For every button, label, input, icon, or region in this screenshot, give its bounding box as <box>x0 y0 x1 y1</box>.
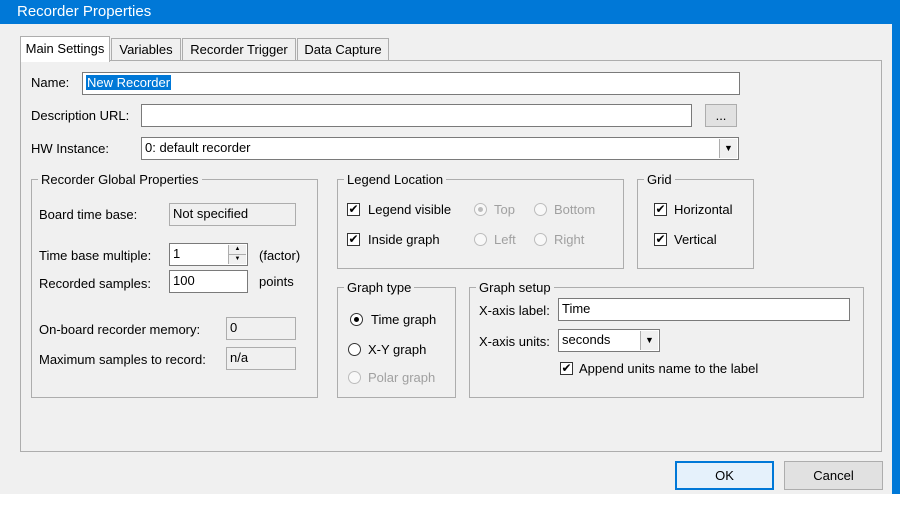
legend-top-radio[interactable] <box>474 203 487 216</box>
legend-bottom-label: Bottom <box>554 202 596 217</box>
chevron-down-icon[interactable]: ▼ <box>640 331 658 350</box>
recorded-samples-unit: points <box>259 274 294 289</box>
x-axis-units-select[interactable]: seconds ▼ <box>558 329 660 352</box>
grid-vertical-checkbox[interactable]: ✔ <box>654 233 667 246</box>
board-time-base-value: Not specified <box>169 203 296 226</box>
grid-legend: Grid <box>647 172 672 187</box>
spin-buttons[interactable]: ▲ ▼ <box>228 245 246 264</box>
legend-location-legend: Legend Location <box>347 172 444 187</box>
background-window-strip <box>0 494 900 509</box>
onboard-memory-value: 0 <box>226 317 296 340</box>
legend-right-radio[interactable] <box>534 233 547 246</box>
time-base-multiple-label: Time base multiple: <box>39 248 152 263</box>
legend-left-radio[interactable] <box>474 233 487 246</box>
inside-graph-checkbox[interactable]: ✔ <box>347 233 360 246</box>
legend-visible-label: Legend visible <box>368 202 452 217</box>
grid-horizontal-checkbox[interactable]: ✔ <box>654 203 667 216</box>
hw-instance-value: 0: default recorder <box>145 140 251 155</box>
max-samples-label: Maximum samples to record: <box>39 352 206 367</box>
tab-main-settings[interactable]: Main Settings <box>20 36 110 62</box>
x-axis-label-input[interactable]: Time <box>558 298 850 321</box>
polar-graph-label: Polar graph <box>368 370 436 385</box>
max-samples-value: n/a <box>226 347 296 370</box>
time-graph-radio[interactable] <box>350 313 363 326</box>
inside-graph-label: Inside graph <box>368 232 440 247</box>
x-axis-units-label: X-axis units: <box>479 334 550 349</box>
legend-visible-checkbox[interactable]: ✔ <box>347 203 360 216</box>
xy-graph-label: X-Y graph <box>368 342 427 357</box>
grid-horizontal-label: Horizontal <box>674 202 733 217</box>
x-axis-units-value: seconds <box>562 332 611 347</box>
title-bar: Recorder Properties <box>0 0 900 24</box>
name-input-value: New Recorder <box>86 75 172 90</box>
description-url-input[interactable] <box>141 104 692 127</box>
tab-variables[interactable]: Variables <box>111 38 181 60</box>
time-base-multiple-value: 1 <box>173 246 181 261</box>
name-label: Name: <box>31 75 70 90</box>
recorded-samples-label: Recorded samples: <box>39 276 151 291</box>
legend-bottom-radio[interactable] <box>534 203 547 216</box>
hw-instance-select[interactable]: 0: default recorder ▼ <box>141 137 739 160</box>
append-units-label: Append units name to the label <box>579 361 759 376</box>
browse-button[interactable]: ... <box>705 104 737 127</box>
time-base-multiple-unit: (factor) <box>259 248 301 263</box>
spin-up-icon[interactable]: ▲ <box>229 245 246 255</box>
tab-data-capture[interactable]: Data Capture <box>297 38 389 60</box>
graph-type-legend: Graph type <box>347 280 412 295</box>
time-graph-label: Time graph <box>371 312 437 327</box>
board-time-base-label: Board time base: <box>39 207 138 222</box>
spin-down-icon[interactable]: ▼ <box>229 255 246 264</box>
tab-recorder-trigger[interactable]: Recorder Trigger <box>182 38 296 60</box>
legend-top-label: Top <box>494 202 515 217</box>
description-url-label: Description URL: <box>31 108 130 123</box>
window-title: Recorder Properties <box>17 3 152 20</box>
ok-button[interactable]: OK <box>675 461 774 490</box>
time-base-multiple-stepper[interactable]: 1 ▲ ▼ <box>169 243 248 266</box>
append-units-checkbox[interactable]: ✔ <box>560 362 573 375</box>
grid-group: Grid <box>637 172 754 269</box>
chevron-down-icon[interactable]: ▼ <box>719 139 737 158</box>
cancel-button[interactable]: Cancel <box>784 461 883 490</box>
recorded-samples-input[interactable]: 100 <box>169 270 248 293</box>
graph-setup-legend: Graph setup <box>479 280 551 295</box>
grid-vertical-label: Vertical <box>674 232 717 247</box>
legend-location-group: Legend Location <box>337 172 624 269</box>
x-axis-label-label: X-axis label: <box>479 303 550 318</box>
xy-graph-radio[interactable] <box>348 343 361 356</box>
polar-graph-radio[interactable] <box>348 371 361 384</box>
onboard-memory-label: On-board recorder memory: <box>39 322 201 337</box>
legend-right-label: Right <box>554 232 585 247</box>
name-input[interactable]: New Recorder <box>82 72 740 95</box>
legend-left-label: Left <box>494 232 516 247</box>
hw-instance-label: HW Instance: <box>31 141 110 156</box>
global-properties-legend: Recorder Global Properties <box>41 172 199 187</box>
